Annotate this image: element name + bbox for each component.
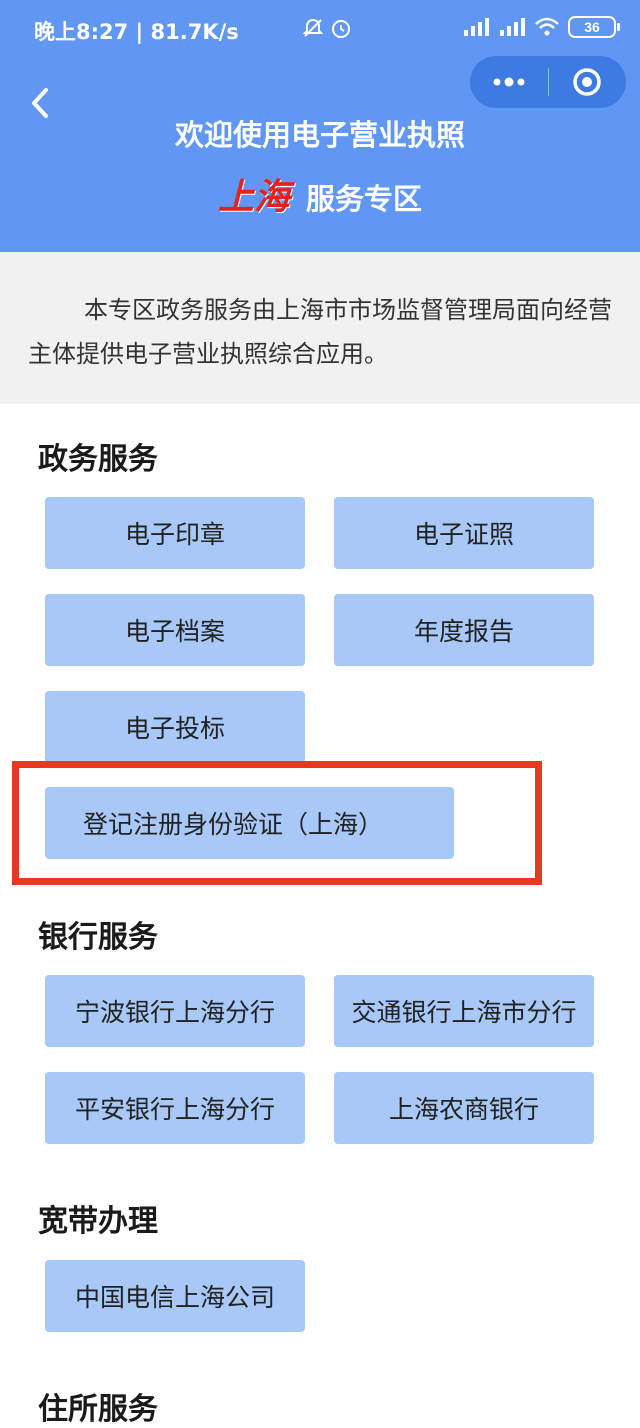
more-button[interactable]	[470, 56, 548, 108]
page-title: 欢迎使用电子营业执照	[174, 118, 465, 152]
service-button-e-archive[interactable]: 电子档案	[45, 594, 305, 666]
service-button-e-bidding[interactable]: 电子投标	[45, 691, 305, 763]
close-button[interactable]	[549, 56, 627, 108]
signal-icon-2	[500, 18, 525, 36]
city-name: 上海	[217, 177, 290, 218]
section-title-broadband: 宽带办理	[38, 1204, 158, 1239]
section-title-government: 政务服务	[38, 442, 158, 477]
section-title-residence: 住所服务	[38, 1392, 158, 1427]
bank-button-ningbo[interactable]: 宁波银行上海分行	[45, 975, 305, 1047]
status-icons: 36	[302, 16, 620, 38]
page-subtitle: 上海 服务专区	[0, 168, 640, 220]
section-title-bank: 银行服务	[38, 920, 158, 955]
broadband-button-china-telecom[interactable]: 中国电信上海公司	[45, 1260, 305, 1332]
intro-text: 本专区政务服务由上海市市场监督管理局面向经营主体提供电子营业执照综合应用。	[28, 296, 612, 368]
signal-icon	[464, 18, 489, 36]
zone-label: 服务专区	[306, 182, 423, 216]
alarm-icon	[332, 20, 350, 38]
status-time: 晚上8:27 | 81.7K/s	[34, 20, 239, 44]
mini-program-capsule	[470, 56, 626, 108]
wifi-icon	[535, 17, 559, 36]
battery-icon: 36	[568, 16, 620, 38]
bank-button-bocom[interactable]: 交通银行上海市分行	[334, 975, 594, 1047]
service-button-e-license[interactable]: 电子证照	[334, 497, 594, 569]
highlight-box	[12, 761, 542, 885]
service-button-annual-report[interactable]: 年度报告	[334, 594, 594, 666]
bell-off-icon	[302, 18, 324, 37]
target-close-icon	[573, 68, 601, 96]
bank-button-rural-commercial[interactable]: 上海农商银行	[334, 1072, 594, 1144]
bank-button-pingan[interactable]: 平安银行上海分行	[45, 1072, 305, 1144]
more-dots-icon	[493, 77, 525, 87]
service-button-e-seal[interactable]: 电子印章	[45, 497, 305, 569]
